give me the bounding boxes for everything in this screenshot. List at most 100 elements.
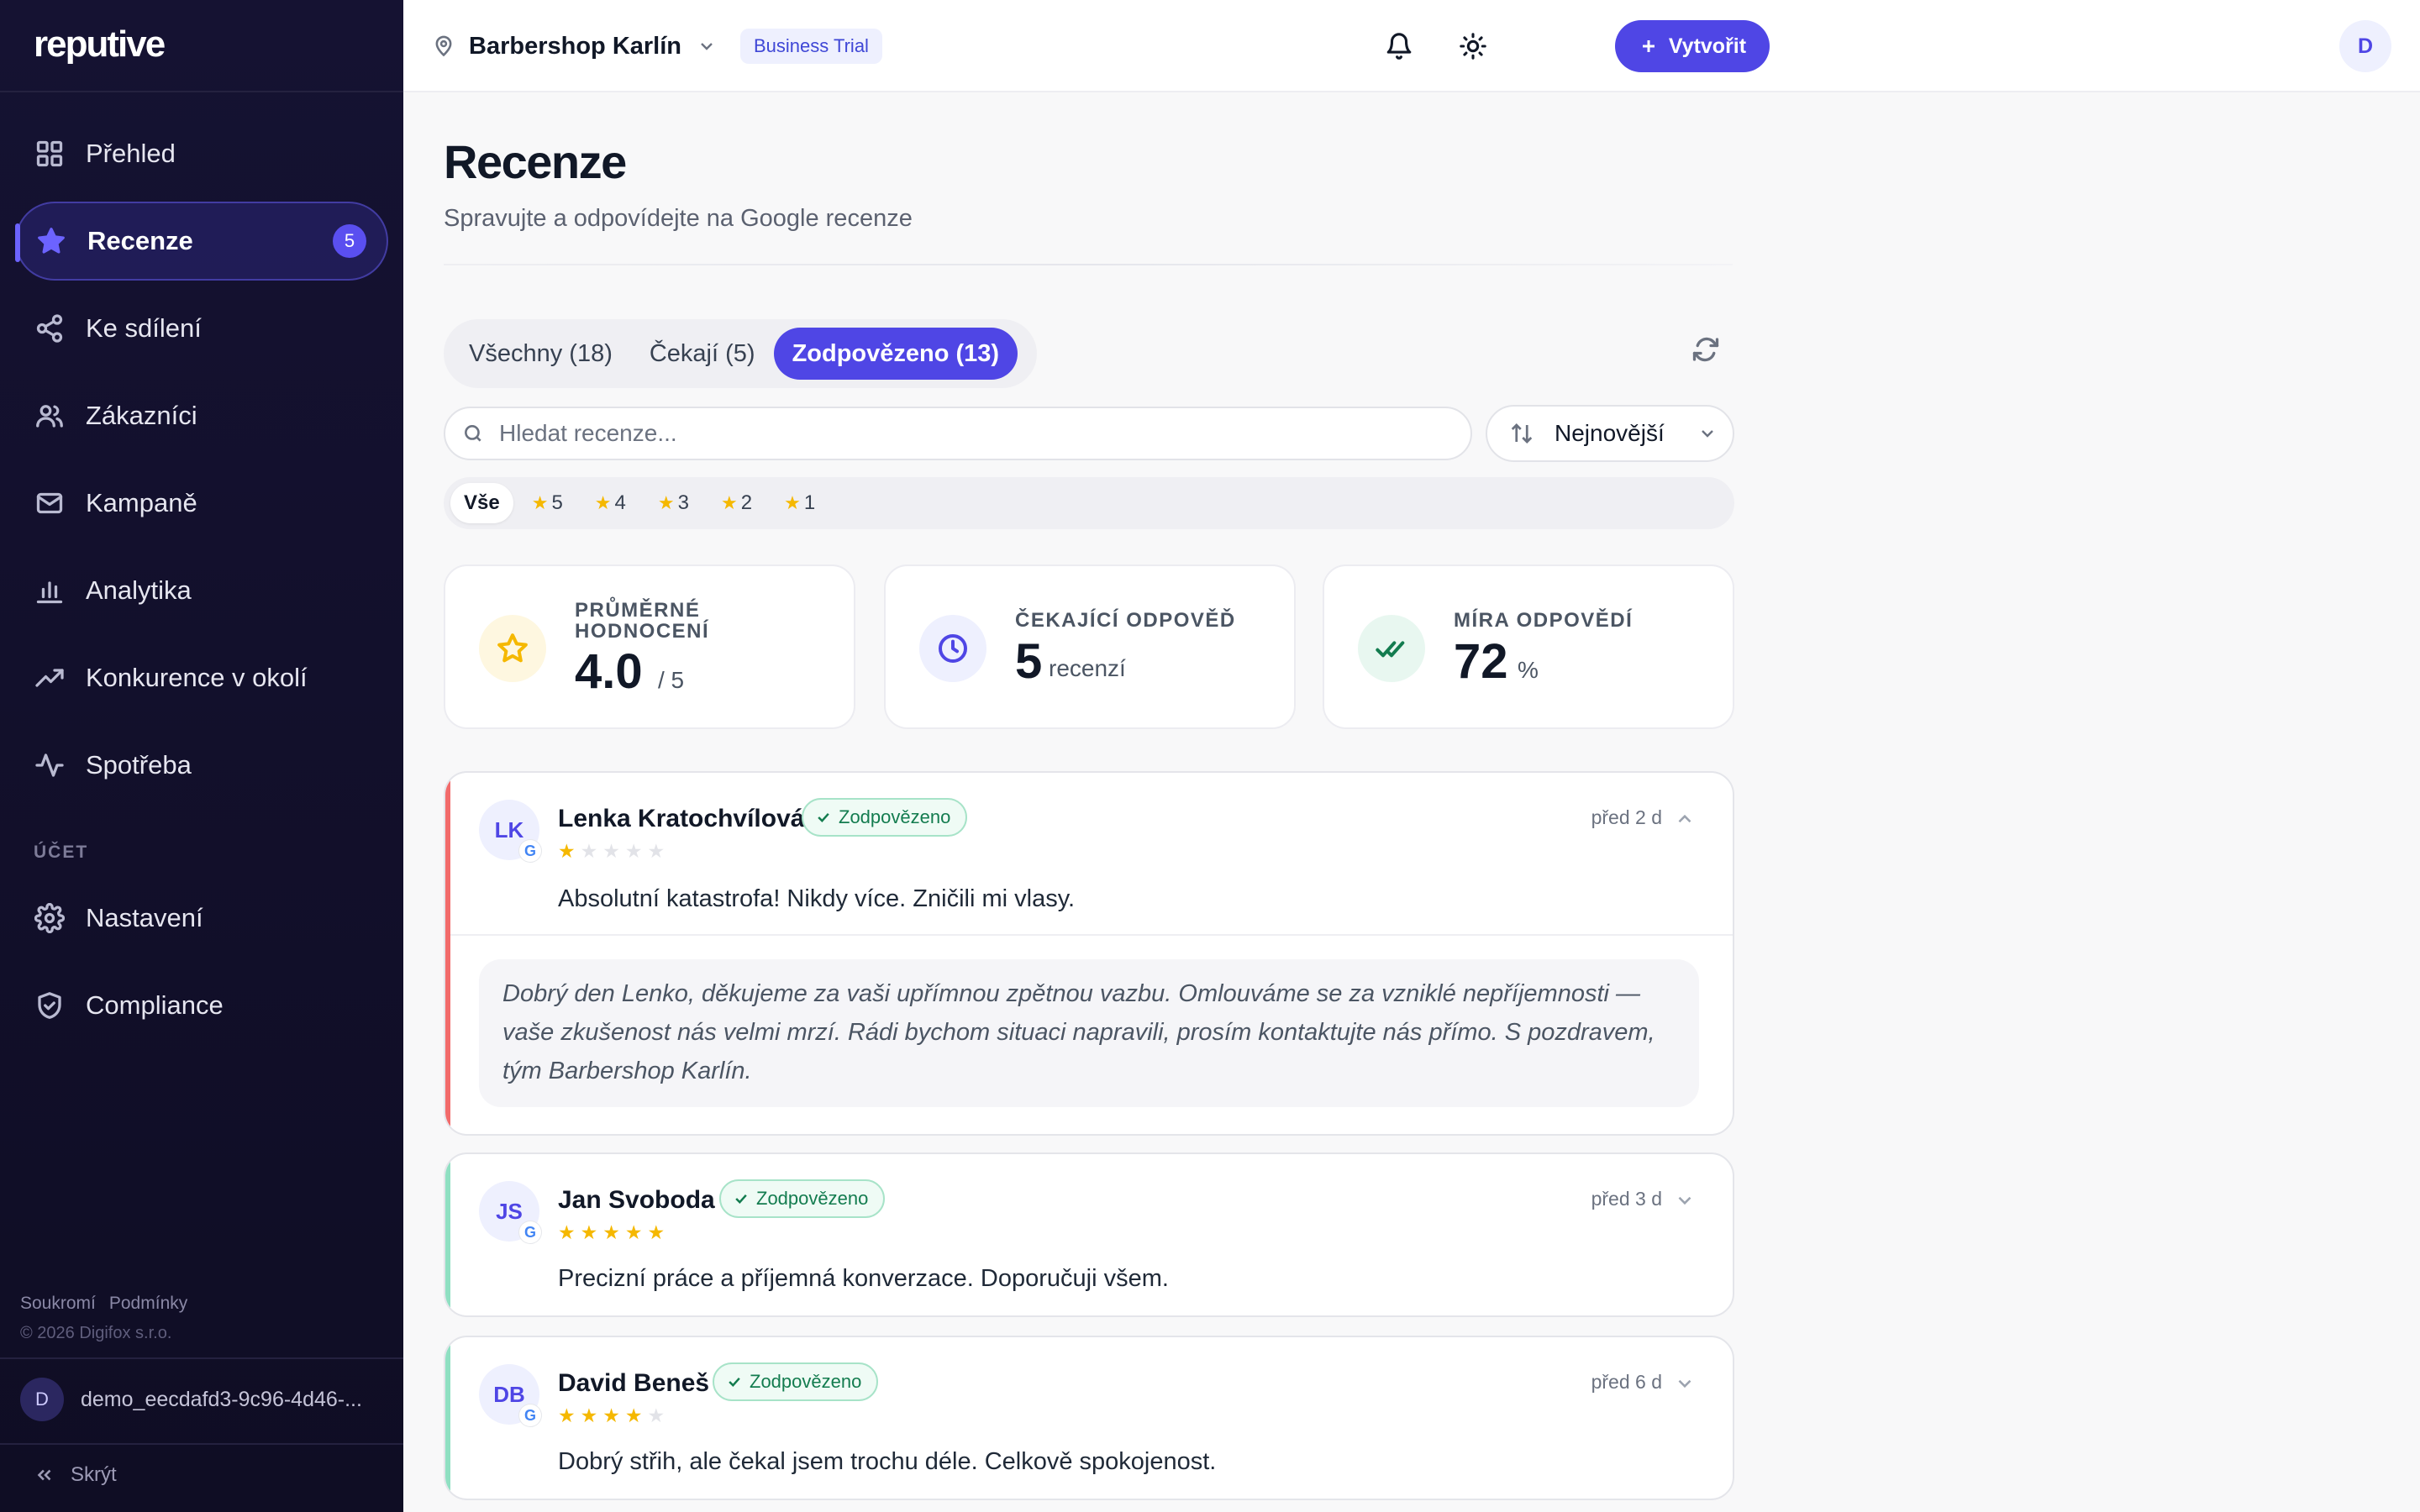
- sidebar-item-label: Spotřeba: [86, 750, 192, 780]
- refresh-button[interactable]: [1691, 334, 1724, 368]
- pending-count-badge: 5: [333, 224, 366, 258]
- review-time: před 2 d: [1591, 806, 1662, 828]
- sidebar-item-label: Zákazníci: [86, 401, 197, 430]
- trending-up-icon: [34, 662, 66, 694]
- review-card[interactable]: JS G Jan Svoboda Zodpovězeno ★★★★★ před …: [444, 1152, 1734, 1317]
- status-label: Zodpovězeno: [756, 1188, 869, 1209]
- sidebar-item-spotreba[interactable]: Spotřeba: [15, 726, 388, 805]
- rating-accent-bar: [445, 773, 450, 1134]
- rating-filter-3[interactable]: ★ 3: [644, 483, 702, 523]
- stat-response-rate: MÍRA ODPOVĚDÍ 72 %: [1323, 564, 1734, 729]
- activity-icon: [34, 749, 66, 781]
- avatar[interactable]: D: [2339, 20, 2391, 72]
- search-icon: [465, 425, 481, 442]
- stat-label: MÍRA ODPOVĚDÍ: [1454, 609, 1634, 632]
- rating-filter-5[interactable]: ★ 5: [518, 483, 576, 523]
- user-account[interactable]: D demo_eecdafd3-9c96-4d46-...: [20, 1378, 390, 1421]
- rating-filter-1[interactable]: ★ 1: [771, 483, 829, 523]
- stat-unit: %: [1518, 657, 1539, 683]
- chevron-down-icon: [701, 43, 713, 50]
- sidebar-item-ke-sdileni[interactable]: Ke sdílení: [15, 289, 388, 368]
- sidebar-item-recenze[interactable]: Recenze 5: [15, 202, 388, 281]
- rating-accent-bar: [445, 1154, 450, 1315]
- sidebar-item-konkurence[interactable]: Konkurence v okolí: [15, 638, 388, 717]
- stat-label: ČEKAJÍCÍ ODPOVĚĎ: [1015, 609, 1236, 632]
- sidebar-item-nastaveni[interactable]: Nastavení: [15, 879, 388, 958]
- chevrons-left-icon: [37, 1469, 51, 1481]
- search-box: [444, 407, 1472, 460]
- sidebar-item-kampane[interactable]: Kampaně: [15, 464, 388, 543]
- review-card[interactable]: LK G Lenka Kratochvílová Zodpovězeno ★★★…: [444, 771, 1734, 1136]
- rating-stars: ★★★★★: [558, 1404, 671, 1426]
- active-indicator: [15, 223, 20, 262]
- map-pin-icon: [435, 35, 452, 57]
- sidebar-item-label: Recenze: [87, 226, 193, 255]
- review-card[interactable]: DB G David Beneš Zodpovězeno ★★★★★ před …: [444, 1336, 1734, 1500]
- rating-filter-4[interactable]: ★ 4: [581, 483, 639, 523]
- rating-filter-all[interactable]: Vše: [450, 483, 513, 523]
- collapse-button[interactable]: [1674, 808, 1696, 830]
- rating-accent-bar: [445, 1337, 450, 1499]
- check-icon: [818, 812, 829, 822]
- review-tabs: Všechny (18) Čekají (5) Zodpovězeno (13): [444, 319, 1037, 388]
- sidebar-item-label: Nastavení: [86, 903, 203, 932]
- clock-icon: [919, 615, 986, 682]
- divider: [450, 934, 1733, 936]
- status-badge: Zodpovězeno: [719, 1179, 886, 1218]
- sidebar-item-compliance[interactable]: Compliance: [15, 966, 388, 1045]
- star-icon: ★: [657, 492, 675, 513]
- search-input[interactable]: [499, 420, 1423, 447]
- app-logo[interactable]: reputive: [34, 24, 166, 66]
- sidebar-item-label: Analytika: [86, 575, 192, 605]
- bar-chart-icon: [34, 575, 66, 606]
- terms-link[interactable]: Podmínky: [109, 1294, 187, 1313]
- stat-unit: / 5: [658, 667, 685, 693]
- notifications-button[interactable]: [1378, 25, 1420, 67]
- sidebar-item-analytika[interactable]: Analytika: [15, 551, 388, 630]
- create-button[interactable]: Vytvořit: [1615, 20, 1770, 72]
- sidebar-item-zakaznici[interactable]: Zákazníci: [15, 376, 388, 455]
- sort-select[interactable]: Nejnovější: [1486, 405, 1734, 462]
- status-label: Zodpovězeno: [839, 806, 951, 827]
- user-name: demo_eecdafd3-9c96-4d46-...: [81, 1387, 362, 1411]
- check-icon: [735, 1194, 747, 1204]
- rating-filter: Vše ★ 5 ★ 4 ★ 3 ★ 2 ★ 1: [444, 477, 1734, 529]
- expand-button[interactable]: [1674, 1373, 1696, 1394]
- review-time: před 3 d: [1591, 1188, 1662, 1210]
- rating-stars: ★★★★★: [558, 840, 671, 862]
- sidebar-item-label: Kampaně: [86, 488, 197, 517]
- status-label: Zodpovězeno: [750, 1371, 862, 1392]
- status-badge: Zodpovězeno: [802, 798, 968, 837]
- review-text: Dobrý střih, ale čekal jsem trochu déle.…: [558, 1448, 1217, 1475]
- plan-badge: Business Trial: [740, 29, 882, 64]
- sidebar-divider: [0, 1443, 403, 1445]
- share-icon: [34, 312, 66, 344]
- rating-filter-2[interactable]: ★ 2: [708, 483, 765, 523]
- star-icon: ★: [720, 492, 738, 513]
- rating-filter-label: 2: [740, 491, 753, 514]
- rating-filter-label: 4: [614, 491, 626, 514]
- grid-icon: [34, 138, 66, 170]
- topbar: Barbershop Karlín Business Trial Vytvoři…: [403, 0, 2420, 92]
- owner-reply: Dobrý den Lenko, děkujeme za vaši upřímn…: [479, 959, 1699, 1107]
- stat-value: 4.0: [575, 644, 643, 699]
- expand-button[interactable]: [1674, 1189, 1696, 1211]
- stat-pending-replies: ČEKAJÍCÍ ODPOVĚĎ 5 recenzí: [884, 564, 1296, 729]
- tab-all[interactable]: Všechny (18): [450, 328, 631, 380]
- stat-unit: recenzí: [1049, 655, 1126, 681]
- theme-toggle-button[interactable]: [1452, 25, 1494, 67]
- collapse-sidebar-button[interactable]: Skrýt: [34, 1463, 117, 1487]
- bell-icon: [1386, 33, 1412, 60]
- sidebar-divider: [0, 1357, 403, 1359]
- google-icon: G: [519, 840, 541, 862]
- google-icon: G: [519, 1221, 541, 1243]
- location-selector[interactable]: Barbershop Karlín Business Trial: [432, 29, 882, 64]
- sidebar-item-prehled[interactable]: Přehled: [15, 114, 388, 193]
- privacy-link[interactable]: Soukromí: [20, 1294, 96, 1313]
- tab-pending[interactable]: Čekají (5): [631, 328, 774, 380]
- tab-answered[interactable]: Zodpovězeno (13): [773, 328, 1018, 380]
- reviewer-name: Jan Svoboda: [558, 1186, 715, 1214]
- account-section-label: ÚČET: [34, 843, 89, 862]
- avatar: D: [20, 1378, 64, 1421]
- rating-filter-label: 5: [551, 491, 563, 514]
